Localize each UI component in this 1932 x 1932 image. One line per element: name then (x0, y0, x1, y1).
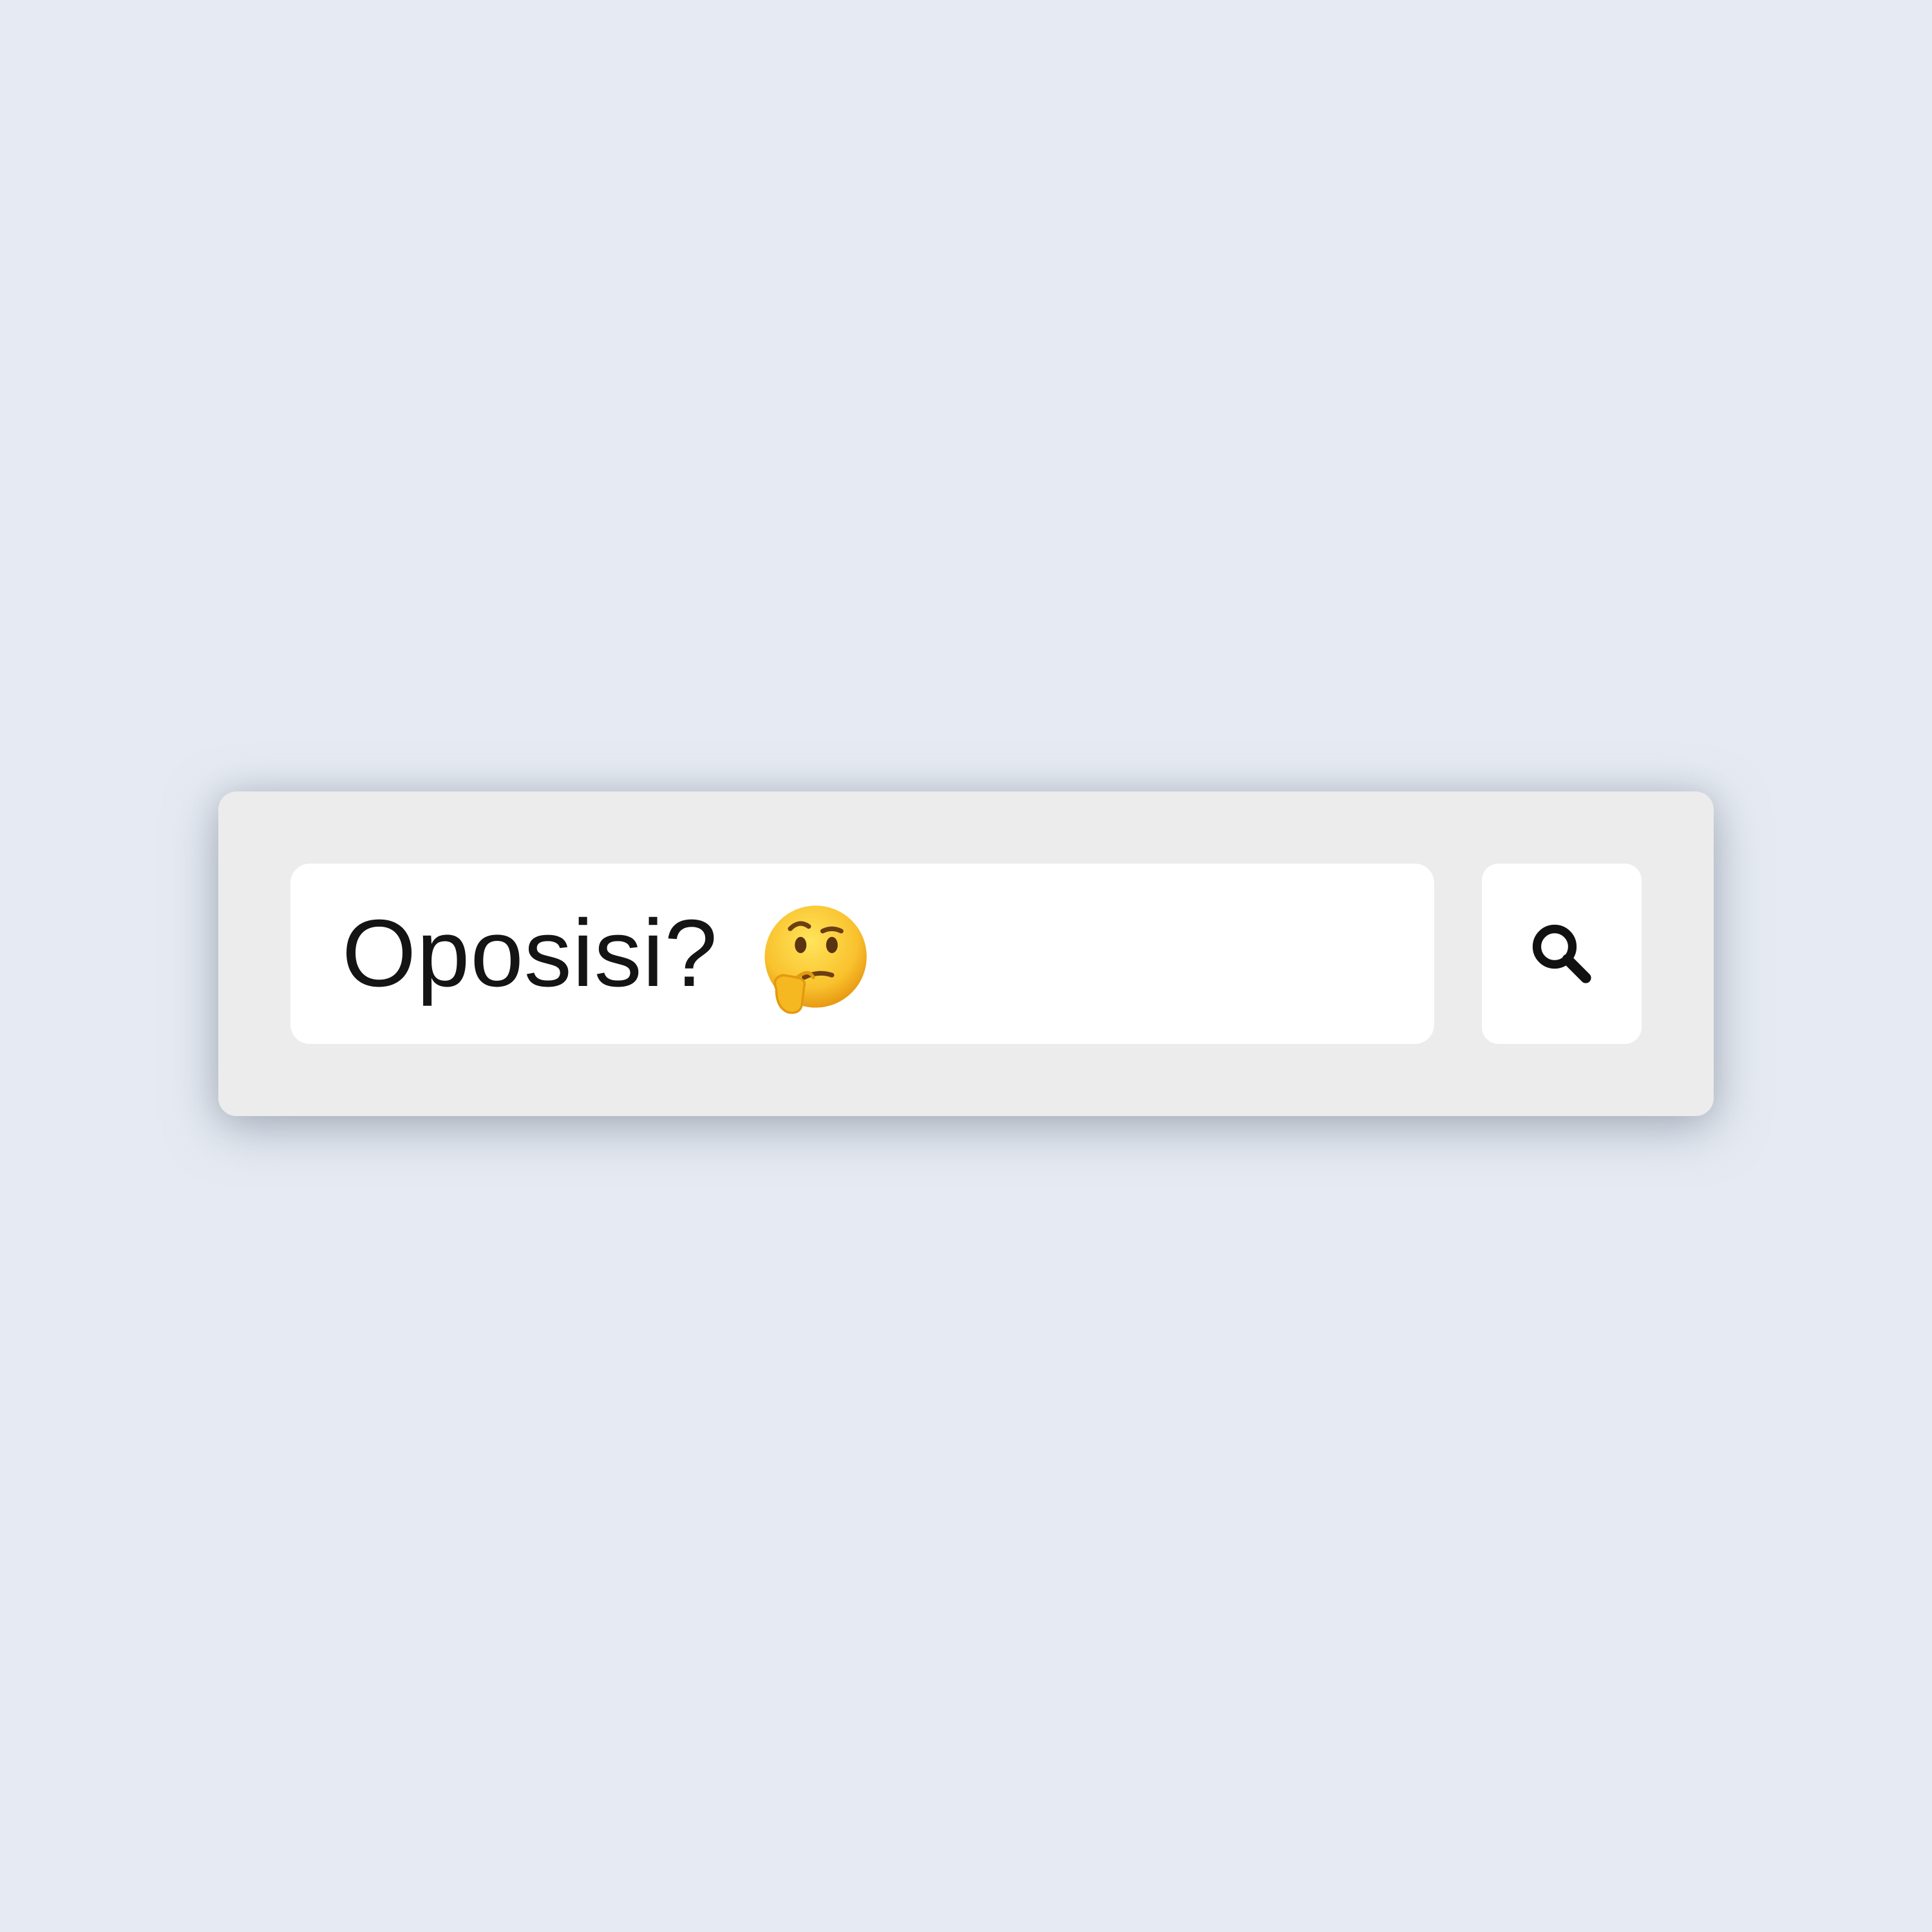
search-input[interactable]: Oposisi? (290, 864, 1434, 1044)
page-background: Oposisi? (0, 0, 1932, 1932)
search-button[interactable] (1482, 864, 1642, 1044)
search-bar-container: Oposisi? (218, 791, 1714, 1116)
thinking-face-emoji-icon (755, 901, 871, 1017)
search-query-text: Oposisi? (342, 900, 718, 1007)
search-icon (1532, 924, 1591, 983)
